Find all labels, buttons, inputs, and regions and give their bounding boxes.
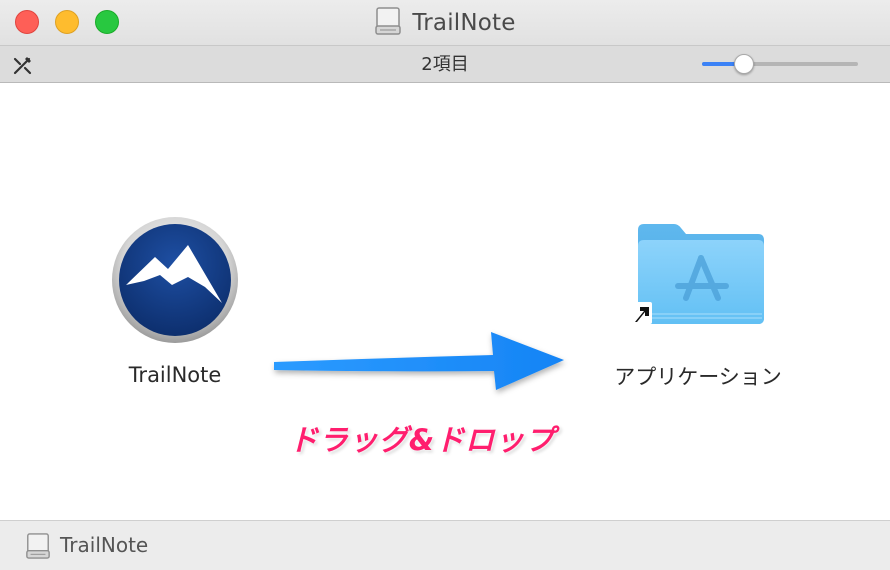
finder-window: TrailNote 2項目 TrailNote ドラッグ&ドロップ アプリケーシ…: [0, 0, 890, 570]
close-button[interactable]: [15, 10, 39, 34]
applications-folder-icon[interactable]: [634, 218, 766, 334]
drag-drop-instruction: ドラッグ&ドロップ: [288, 423, 556, 457]
alias-arrow-icon: [632, 302, 652, 328]
applications-folder-item[interactable]: アプリケーション: [598, 218, 798, 398]
folder-label: アプリケーション: [614, 365, 782, 389]
path-label[interactable]: TrailNote: [60, 521, 148, 570]
minimize-button[interactable]: [55, 10, 79, 34]
icon-size-slider[interactable]: [702, 54, 858, 74]
window-title: TrailNote: [412, 9, 516, 36]
title-bar[interactable]: TrailNote: [0, 0, 890, 45]
path-bar: TrailNote: [0, 520, 890, 570]
trailnote-app-item[interactable]: TrailNote: [100, 213, 250, 393]
drag-arrow-icon: [268, 318, 573, 407]
disk-icon: [374, 6, 402, 40]
trailnote-mountain-icon[interactable]: [110, 215, 240, 349]
window-title-group: TrailNote: [0, 0, 890, 45]
status-bar: 2項目: [0, 45, 890, 83]
path-disk-icon[interactable]: [25, 532, 51, 564]
zoom-button[interactable]: [95, 10, 119, 34]
slider-thumb[interactable]: [734, 54, 754, 74]
app-label: TrailNote: [128, 363, 222, 387]
window-content: TrailNote ドラッグ&ドロップ アプリケーション: [0, 83, 890, 520]
